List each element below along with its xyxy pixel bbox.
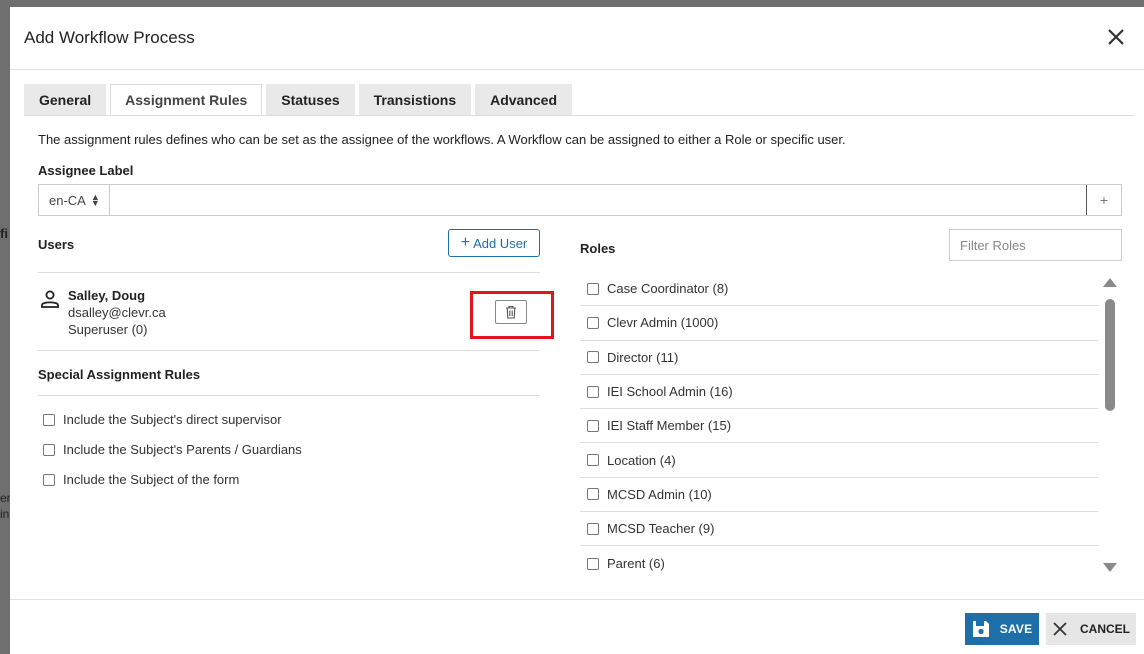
close-icon bbox=[1108, 29, 1124, 45]
checkbox[interactable] bbox=[587, 488, 599, 501]
roles-heading: Roles bbox=[580, 241, 616, 256]
role-label: Clevr Admin (1000) bbox=[607, 315, 719, 331]
tab-assignment-rules[interactable]: Assignment Rules bbox=[110, 84, 263, 115]
users-heading: Users bbox=[38, 237, 75, 252]
divider bbox=[38, 395, 540, 396]
filter-roles-input[interactable] bbox=[949, 229, 1122, 261]
special-rule-item[interactable]: Include the Subject of the form bbox=[43, 472, 239, 487]
user-name: Salley, Doug bbox=[68, 288, 146, 303]
special-rule-item[interactable]: Include the Subject's Parents / Guardian… bbox=[43, 442, 302, 457]
assignee-label-row: en-CA ▲ ▼ + bbox=[38, 184, 1122, 216]
user-email: dsalley@clevr.ca bbox=[68, 305, 166, 320]
divider bbox=[38, 272, 540, 273]
role-label: Parent (6) bbox=[607, 556, 665, 572]
dialog-header: Add Workflow Process bbox=[10, 7, 1144, 70]
role-item[interactable]: Director (11) bbox=[580, 341, 1098, 375]
checkbox[interactable] bbox=[43, 473, 55, 486]
role-item[interactable]: Location (4) bbox=[580, 443, 1098, 478]
checkbox[interactable] bbox=[43, 443, 55, 456]
divider bbox=[38, 350, 540, 351]
language-value: en-CA bbox=[49, 192, 86, 208]
assignee-label-input[interactable] bbox=[110, 185, 1086, 215]
role-label: Case Coordinator (8) bbox=[607, 281, 729, 297]
checkbox[interactable] bbox=[587, 385, 599, 398]
special-rule-label: Include the Subject of the form bbox=[63, 472, 240, 487]
cancel-button[interactable]: CANCEL bbox=[1046, 613, 1136, 645]
special-rule-label: Include the Subject's direct supervisor bbox=[63, 412, 282, 427]
checkbox[interactable] bbox=[587, 351, 599, 364]
tab-advanced[interactable]: Advanced bbox=[475, 84, 573, 115]
save-icon bbox=[972, 621, 989, 637]
plus-icon: + bbox=[460, 234, 471, 251]
role-label: MCSD Admin (10) bbox=[607, 486, 712, 502]
user-icon bbox=[41, 290, 59, 308]
close-icon bbox=[1053, 622, 1067, 636]
checkbox[interactable] bbox=[587, 454, 599, 467]
special-rule-item[interactable]: Include the Subject's direct supervisor bbox=[43, 412, 282, 427]
tab-statuses[interactable]: Statuses bbox=[266, 84, 355, 115]
user-role: Superuser (0) bbox=[68, 322, 148, 337]
language-select[interactable]: en-CA ▲ ▼ bbox=[39, 185, 110, 215]
role-item[interactable]: Clevr Admin (1000) bbox=[580, 306, 1098, 341]
checkbox[interactable] bbox=[587, 419, 599, 432]
role-item[interactable]: MCSD Admin (10) bbox=[580, 478, 1098, 513]
role-label: IEI School Admin (16) bbox=[607, 384, 733, 400]
role-label: IEI Staff Member (15) bbox=[607, 418, 732, 434]
background-text: fi bbox=[0, 226, 8, 241]
role-item[interactable]: IEI Staff Member (15) bbox=[580, 409, 1098, 444]
checkbox[interactable] bbox=[587, 316, 599, 329]
role-item[interactable]: IEI School Admin (16) bbox=[580, 375, 1098, 410]
tab-transistions[interactable]: Transistions bbox=[358, 84, 472, 115]
role-item[interactable]: MCSD Teacher (9) bbox=[580, 512, 1098, 547]
checkbox[interactable] bbox=[43, 413, 55, 426]
assignment-description: The assignment rules defines who can be … bbox=[38, 132, 846, 147]
background-text: in bbox=[0, 507, 10, 521]
special-rules-heading: Special Assignment Rules bbox=[38, 367, 201, 382]
select-arrows-icon: ▲ ▼ bbox=[90, 192, 100, 208]
footer-divider bbox=[10, 599, 1144, 600]
role-label: MCSD Teacher (9) bbox=[607, 521, 715, 537]
close-button[interactable] bbox=[1104, 25, 1128, 49]
save-button[interactable]: SAVE bbox=[965, 613, 1039, 645]
tab-general[interactable]: General bbox=[24, 84, 107, 115]
assignee-label-heading: Assignee Label bbox=[38, 163, 134, 178]
checkbox[interactable] bbox=[587, 522, 599, 535]
trash-icon bbox=[506, 305, 516, 319]
role-item[interactable]: Parent (6) bbox=[580, 546, 1098, 575]
scroll-up-icon[interactable] bbox=[1103, 278, 1117, 287]
role-label: Location (4) bbox=[607, 452, 676, 468]
tab-divider bbox=[24, 115, 1134, 116]
role-item[interactable]: Case Coordinator (8) bbox=[580, 272, 1098, 307]
roles-scrollbar[interactable] bbox=[1102, 275, 1118, 575]
scroll-down-icon[interactable] bbox=[1103, 563, 1117, 572]
checkbox[interactable] bbox=[587, 557, 599, 570]
add-user-button[interactable]: + Add User bbox=[448, 229, 540, 257]
roles-list: Case Coordinator (8) Clevr Admin (1000) … bbox=[580, 272, 1098, 575]
add-workflow-process-dialog: Add Workflow Process General Assignment … bbox=[10, 7, 1144, 654]
add-user-label: Add User bbox=[473, 235, 528, 251]
remove-user-button[interactable] bbox=[495, 300, 527, 324]
add-translation-button[interactable]: + bbox=[1086, 185, 1121, 215]
special-rule-label: Include the Subject's Parents / Guardian… bbox=[63, 442, 302, 457]
checkbox[interactable] bbox=[587, 282, 599, 295]
save-label: SAVE bbox=[999, 622, 1033, 636]
cancel-label: CANCEL bbox=[1080, 622, 1130, 636]
role-label: Director (11) bbox=[607, 349, 679, 365]
dialog-title: Add Workflow Process bbox=[24, 28, 195, 47]
tab-bar: General Assignment Rules Statuses Transi… bbox=[24, 84, 576, 116]
scrollbar-thumb[interactable] bbox=[1105, 299, 1115, 411]
